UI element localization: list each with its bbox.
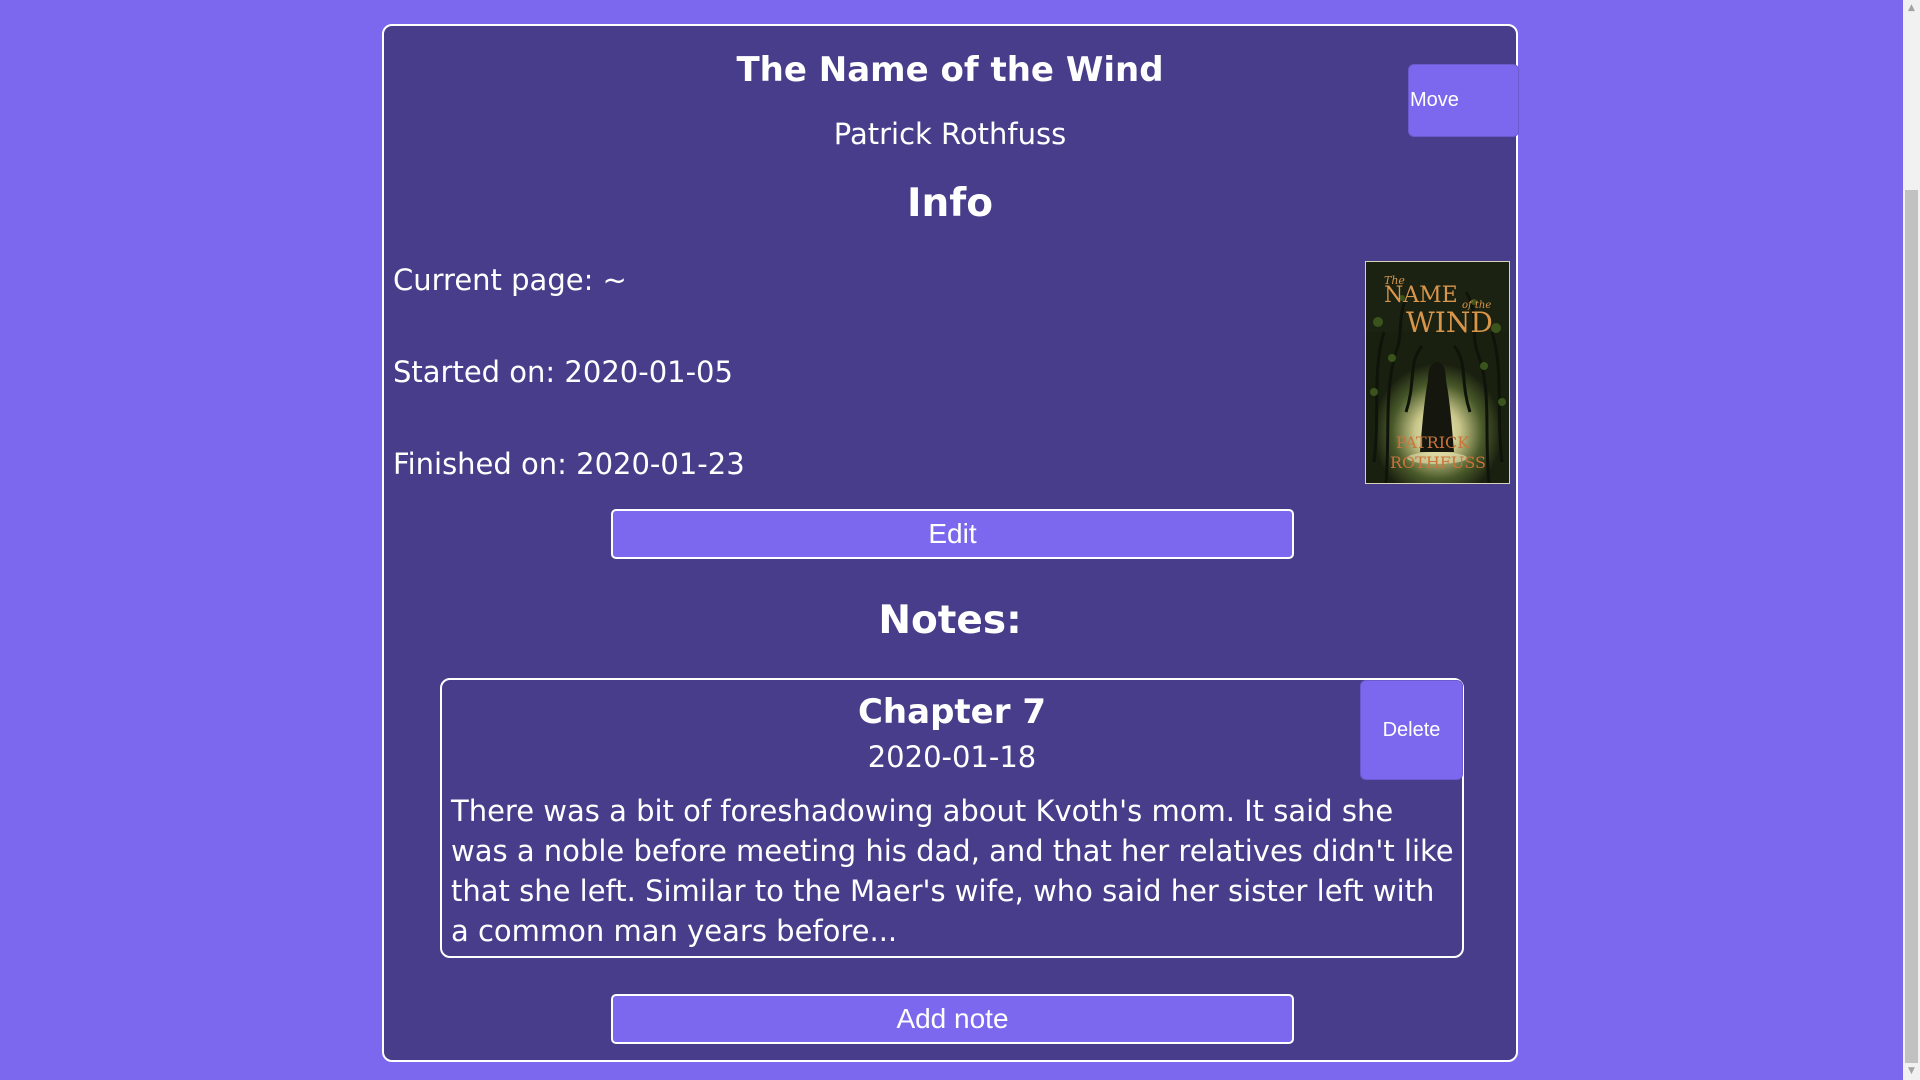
move-button[interactable]: Move <box>1408 64 1519 137</box>
edit-button[interactable]: Edit <box>611 509 1294 559</box>
vertical-scrollbar[interactable]: ▲ ▼ <box>1903 0 1920 1080</box>
book-card: The Name of the Wind Patrick Rothfuss Mo… <box>382 24 1519 1062</box>
scrollbar-thumb[interactable] <box>1905 190 1918 1063</box>
cover-author-text: PATRICK <box>1396 433 1470 452</box>
current-page-text: Current page: ~ <box>393 263 627 297</box>
add-note-button[interactable]: Add note <box>611 994 1294 1044</box>
book-cover-image: The NAME of the WIND PATRICK ROTHFUSS <box>1365 261 1510 484</box>
note-title: Chapter 7 <box>857 692 1046 732</box>
note-card: Chapter 7 2020-01-18 Delete There was a … <box>440 678 1464 958</box>
cover-title-text: WIND <box>1406 306 1493 339</box>
scroll-down-arrow-icon[interactable]: ▼ <box>1903 1063 1920 1080</box>
cover-title-text: NAME <box>1384 283 1458 308</box>
page: The Name of the Wind Patrick Rothfuss Mo… <box>0 0 1903 1080</box>
note-body: There was a bit of foreshadowing about K… <box>451 794 1454 948</box>
cover-author-text: ROTHFUSS <box>1390 453 1486 472</box>
started-on-text: Started on: 2020-01-05 <box>393 355 733 389</box>
finished-on-text: Finished on: 2020-01-23 <box>393 447 745 481</box>
delete-note-button[interactable]: Delete <box>1360 680 1463 780</box>
notes-heading: Notes: <box>878 598 1022 643</box>
scroll-up-arrow-icon[interactable]: ▲ <box>1903 0 1920 17</box>
info-heading: Info <box>906 181 994 226</box>
book-author: Patrick Rothfuss <box>833 117 1067 151</box>
note-date: 2020-01-18 <box>867 740 1037 774</box>
book-title: The Name of the Wind <box>736 50 1164 90</box>
